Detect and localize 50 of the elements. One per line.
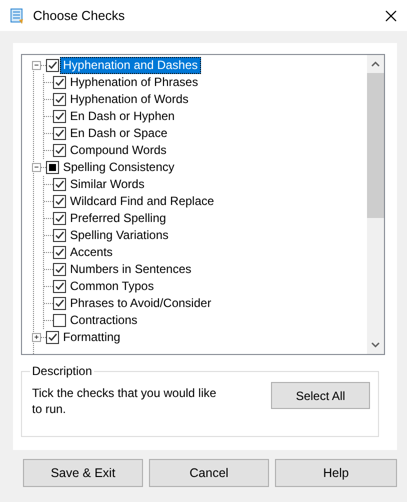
chevron-down-icon[interactable] bbox=[371, 342, 380, 348]
scrollbar[interactable] bbox=[367, 55, 384, 354]
checkbox[interactable] bbox=[53, 195, 66, 208]
tree-item[interactable]: Preferred Spelling bbox=[67, 210, 170, 227]
tree-item[interactable]: Hyphenation of Phrases bbox=[67, 74, 202, 91]
tree-item[interactable]: Wildcard Find and Replace bbox=[67, 193, 218, 210]
checkbox[interactable] bbox=[53, 144, 66, 157]
help-button[interactable]: Help bbox=[275, 459, 397, 487]
chevron-up-icon[interactable] bbox=[371, 61, 380, 67]
checkbox[interactable] bbox=[53, 212, 66, 225]
description-text: Tick the checks that you would like to run. bbox=[32, 385, 218, 417]
close-icon[interactable] bbox=[385, 10, 397, 22]
checkbox[interactable] bbox=[46, 331, 59, 344]
tree-item[interactable]: Spelling Consistency bbox=[60, 159, 178, 176]
collapse-icon[interactable] bbox=[32, 61, 41, 70]
tree-item[interactable]: Phrases to Avoid/Consider bbox=[67, 295, 214, 312]
tree-item[interactable]: Hyphenation and Dashes bbox=[60, 57, 201, 74]
tree-item[interactable]: Similar Words bbox=[67, 176, 148, 193]
checkbox[interactable] bbox=[53, 263, 66, 276]
checkbox[interactable] bbox=[53, 280, 66, 293]
tree-item[interactable]: En Dash or Space bbox=[67, 125, 170, 142]
tree-item[interactable]: Formatting bbox=[60, 329, 124, 346]
checkbox[interactable] bbox=[53, 297, 66, 310]
scrollbar-thumb[interactable] bbox=[367, 73, 384, 218]
tree-item[interactable]: En Dash or Hyphen bbox=[67, 108, 178, 125]
tree-item[interactable]: Spelling Variations bbox=[67, 227, 172, 244]
checkbox[interactable] bbox=[53, 246, 66, 259]
save-exit-button[interactable]: Save & Exit bbox=[23, 459, 143, 487]
select-all-button[interactable]: Select All bbox=[271, 382, 370, 409]
checkbox[interactable] bbox=[53, 178, 66, 191]
checkbox[interactable] bbox=[53, 110, 66, 123]
checkbox[interactable] bbox=[53, 127, 66, 140]
tree-item[interactable]: Accents bbox=[67, 244, 116, 261]
group-label: Description bbox=[31, 364, 94, 378]
tree-item[interactable]: Compound Words bbox=[67, 142, 170, 159]
tree-item[interactable]: Common Typos bbox=[67, 278, 157, 295]
expand-icon[interactable] bbox=[32, 333, 41, 342]
checkbox[interactable] bbox=[46, 59, 59, 72]
checkbox[interactable] bbox=[53, 76, 66, 89]
notepad-icon bbox=[10, 6, 24, 24]
checkbox[interactable] bbox=[53, 93, 66, 106]
checkbox[interactable] bbox=[53, 229, 66, 242]
cancel-button[interactable]: Cancel bbox=[149, 459, 269, 487]
checkbox[interactable] bbox=[46, 161, 59, 174]
tree-item[interactable]: Numbers in Sentences bbox=[67, 261, 194, 278]
checkbox[interactable] bbox=[53, 314, 66, 327]
tree-item[interactable]: Hyphenation of Words bbox=[67, 91, 192, 108]
tree-item[interactable]: Contractions bbox=[67, 312, 140, 329]
collapse-icon[interactable] bbox=[32, 163, 41, 172]
window-title: Choose Checks bbox=[33, 8, 126, 23]
